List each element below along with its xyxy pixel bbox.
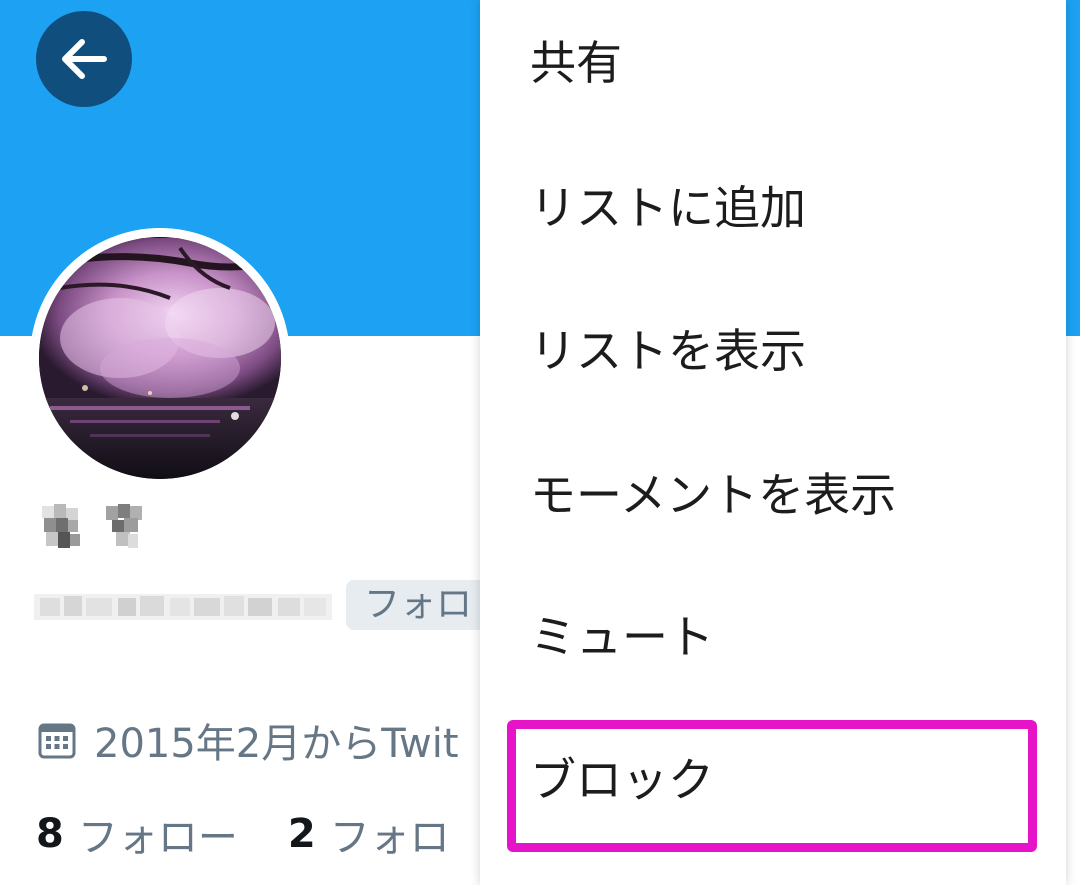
following-count[interactable]: 8 — [36, 811, 64, 857]
avatar[interactable] — [30, 228, 290, 488]
menu-item-view-lists[interactable]: リストを表示 — [480, 308, 1066, 388]
username-handle — [34, 592, 332, 622]
joined-text: 2015年2月からTwit — [94, 721, 459, 767]
calendar-icon — [38, 721, 76, 759]
display-name — [40, 500, 166, 560]
menu-item-add-to-list[interactable]: リストに追加 — [480, 165, 1066, 245]
menu-item-share[interactable]: 共有 — [480, 20, 1066, 100]
menu-item-mute[interactable]: ミュート — [480, 594, 1066, 674]
joined-date: 2015年2月からTwit — [38, 712, 459, 768]
back-button[interactable] — [36, 11, 132, 107]
followers-label[interactable]: フォロ — [330, 805, 450, 863]
follow-stats: 8 フォロー 2 フォロ — [36, 806, 450, 862]
following-label[interactable]: フォロー — [78, 805, 238, 863]
followers-count[interactable]: 2 — [288, 811, 316, 857]
overflow-menu: 共有 リストに追加 リストを表示 モーメントを表示 ミュート ブロック — [480, 0, 1066, 885]
menu-item-view-moments[interactable]: モーメントを表示 — [480, 452, 1066, 532]
arrow-left-icon — [56, 31, 112, 87]
banner-edge — [1066, 0, 1080, 336]
menu-item-block[interactable]: ブロック — [480, 737, 1066, 817]
follows-you-badge: フォロ — [346, 580, 487, 630]
